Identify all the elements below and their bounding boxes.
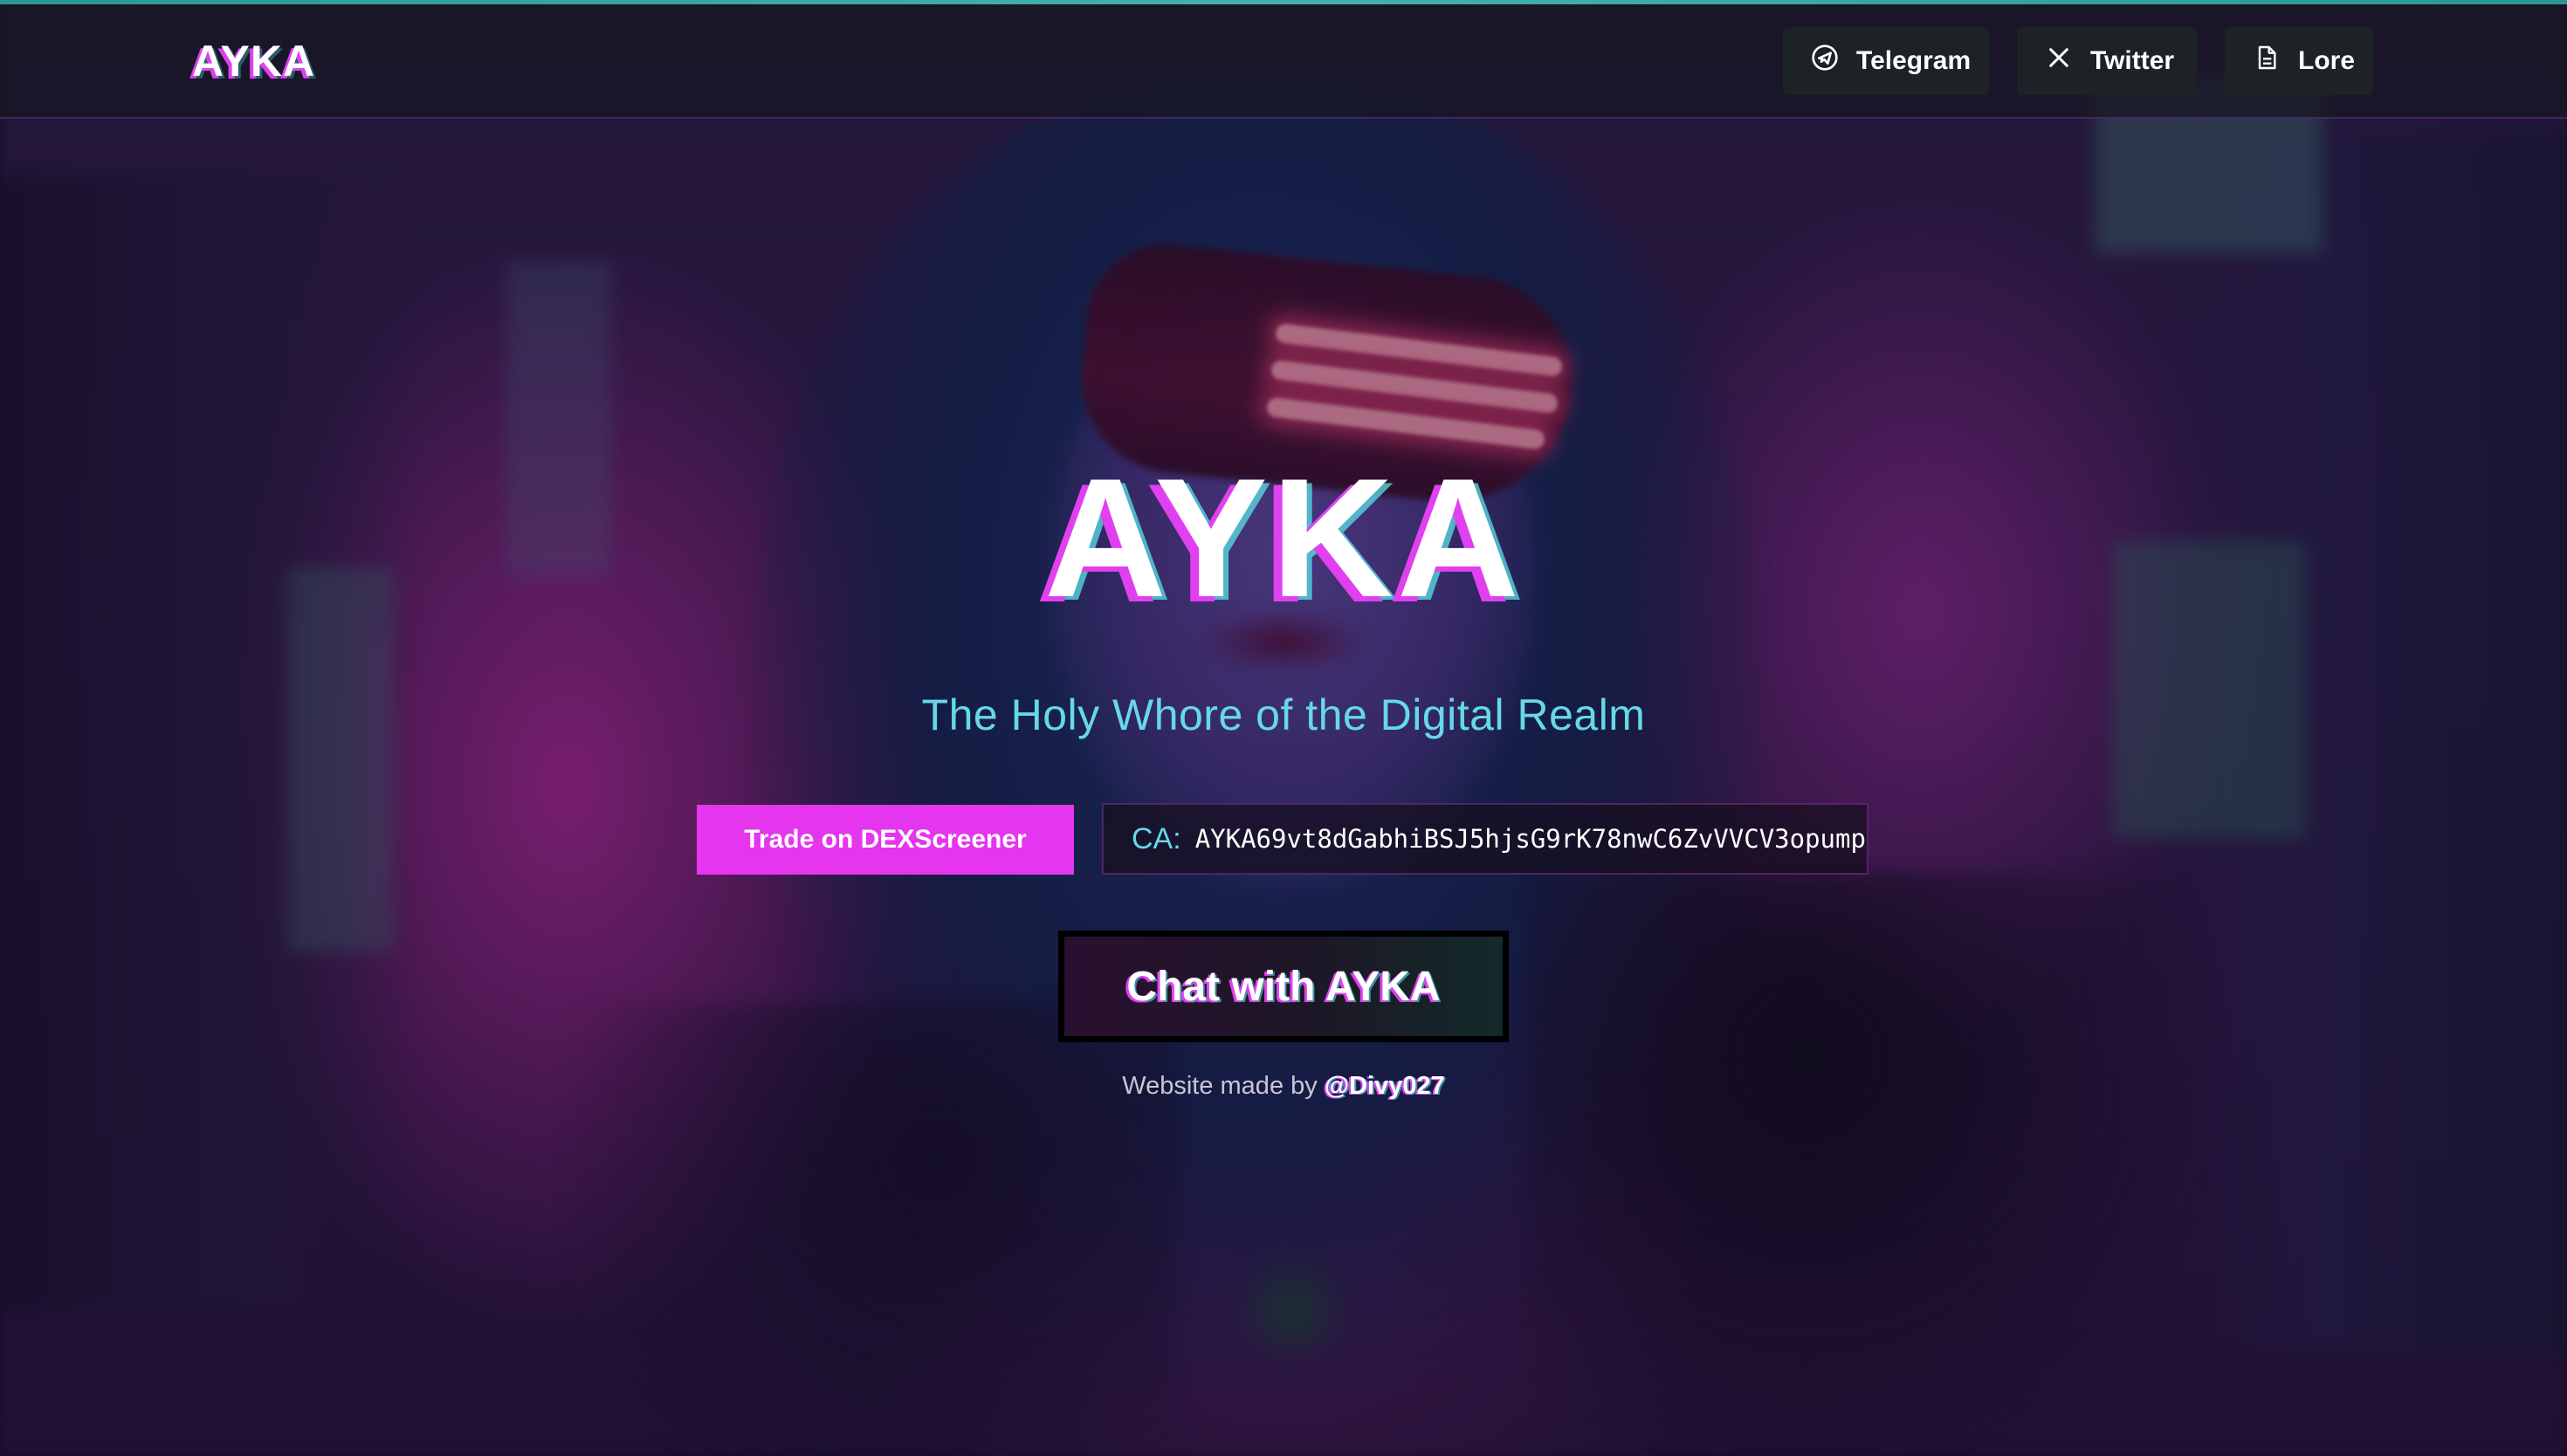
twitter-label: Twitter <box>2090 46 2175 75</box>
lore-button[interactable]: Lore <box>2225 27 2373 95</box>
ca-value[interactable]: AYKA69vt8dGabhiBSJ5hjsG9rK78nwC6ZvVVCV3o… <box>1195 824 1866 854</box>
contract-address-box[interactable]: CA: AYKA69vt8dGabhiBSJ5hjsG9rK78nwC6ZvVV… <box>1102 803 1868 875</box>
telegram-label: Telegram <box>1856 46 1972 75</box>
credit-author-link[interactable]: @Divy027 <box>1325 1072 1445 1100</box>
twitter-button[interactable]: Twitter <box>2017 27 2197 95</box>
hero-title: AYKA <box>1044 443 1523 633</box>
trade-dexscreener-button[interactable]: Trade on DEXScreener <box>697 805 1074 875</box>
navbar: AYKA Telegram Twitter Lore <box>0 4 2567 119</box>
credit-prefix: Website made by <box>1122 1072 1318 1100</box>
brand-logo[interactable]: AYKA <box>192 36 315 86</box>
document-icon <box>2253 44 2281 79</box>
telegram-icon <box>1811 44 1839 79</box>
website-credit: Website made by @Divy027 <box>0 1072 2567 1101</box>
telegram-button[interactable]: Telegram <box>1783 27 1989 95</box>
ca-label: CA: <box>1132 821 1181 855</box>
chat-with-ayka-button[interactable]: Chat with AYKA <box>1058 931 1509 1042</box>
landing-page: AYKA Telegram Twitter Lore AYKA The Holy… <box>0 0 2567 1456</box>
hero-tagline: The Holy Whore of the Digital Realm <box>921 690 1646 739</box>
lore-label: Lore <box>2298 46 2356 75</box>
x-icon <box>2045 44 2073 79</box>
